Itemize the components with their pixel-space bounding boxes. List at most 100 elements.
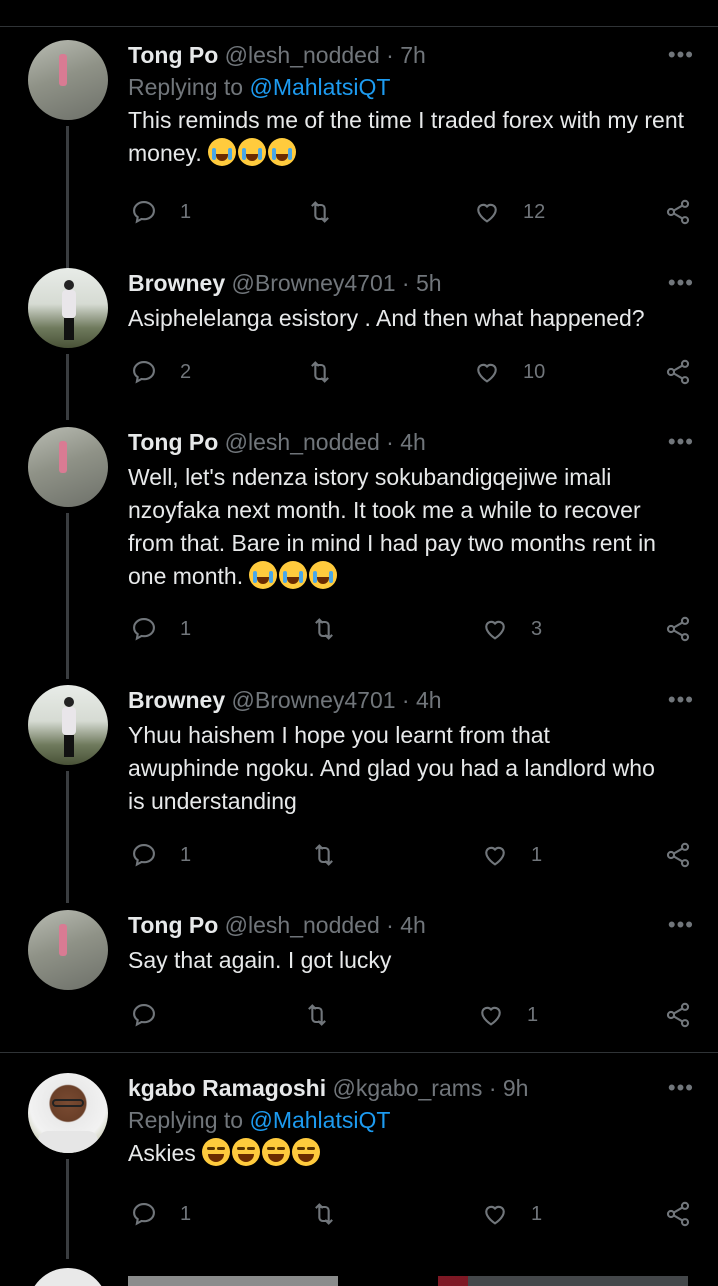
handle[interactable]: @lesh_nodded [225, 429, 380, 455]
share-icon [666, 359, 690, 385]
reply-icon [133, 361, 155, 384]
reply-icon [133, 618, 155, 641]
like-icon [477, 203, 497, 223]
retweet-icon [315, 1203, 333, 1225]
handle[interactable]: @lesh_nodded [225, 42, 380, 68]
retweet-button[interactable] [310, 615, 338, 643]
top-divider [0, 26, 718, 27]
share-button[interactable] [664, 615, 692, 643]
more-icon[interactable]: ••• [668, 912, 694, 938]
like-count: 3 [531, 617, 543, 640]
tweet-actions: 1 3 [0, 615, 718, 645]
tweet-header: Tong Po @lesh_nodded · 4h [128, 429, 426, 455]
display-name[interactable]: Browney [128, 270, 225, 296]
thread-line [66, 771, 69, 903]
display-name[interactable]: Tong Po [128, 912, 218, 938]
avatar[interactable] [28, 685, 108, 765]
more-icon[interactable]: ••• [668, 687, 694, 713]
retweet-button[interactable] [306, 358, 334, 386]
timestamp[interactable]: 7h [400, 42, 426, 68]
retweet-icon [315, 618, 333, 640]
reply-button[interactable]: 2 [130, 358, 191, 386]
tweet-header: Browney @Browney4701 · 4h [128, 687, 442, 713]
thread-divider [0, 1052, 718, 1053]
like-icon [485, 1205, 505, 1225]
like-icon [485, 620, 505, 640]
tweet-actions: 1 [0, 1001, 718, 1031]
display-name[interactable]: kgabo Ramagoshi [128, 1075, 326, 1101]
avatar[interactable] [28, 910, 108, 990]
like-button[interactable]: 1 [481, 1200, 542, 1228]
share-icon [666, 199, 690, 225]
reply-icon [133, 1004, 155, 1027]
crying-emoji-group [249, 561, 339, 589]
share-icon [666, 1002, 690, 1028]
mention-link[interactable]: @MahlatsiQT [249, 74, 390, 100]
handle[interactable]: @Browney4701 [232, 687, 396, 713]
retweet-button[interactable] [306, 198, 334, 226]
share-button[interactable] [664, 841, 692, 869]
retweet-button[interactable] [303, 1001, 331, 1029]
tweet-text: Asiphelelanga esistory . And then what h… [128, 305, 645, 331]
like-count: 12 [523, 200, 546, 223]
reply-button[interactable]: 1 [130, 841, 191, 869]
reply-button[interactable] [130, 1001, 158, 1029]
like-button[interactable]: 1 [481, 841, 542, 869]
more-icon[interactable]: ••• [668, 1075, 694, 1101]
like-icon [477, 363, 497, 383]
more-icon[interactable]: ••• [668, 42, 694, 68]
thread-line [66, 513, 69, 679]
reply-button[interactable]: 1 [130, 198, 191, 226]
timestamp[interactable]: 9h [503, 1075, 529, 1101]
timestamp[interactable]: 5h [416, 270, 442, 296]
tweet-header: Tong Po @lesh_nodded · 4h [128, 912, 426, 938]
retweet-button[interactable] [310, 841, 338, 869]
tweet-actions: 2 10 [0, 358, 718, 388]
next-tweet-header-partial [128, 1276, 688, 1286]
handle[interactable]: @lesh_nodded [225, 912, 380, 938]
avatar[interactable] [28, 1268, 108, 1286]
timestamp[interactable]: 4h [416, 687, 442, 713]
display-name[interactable]: Tong Po [128, 42, 218, 68]
more-icon[interactable]: ••• [668, 429, 694, 455]
handle[interactable]: @kgabo_rams [333, 1075, 483, 1101]
display-name[interactable]: Browney [128, 687, 225, 713]
avatar[interactable] [28, 427, 108, 507]
tweet-actions: 1 1 [0, 1200, 718, 1230]
like-button[interactable]: 12 [473, 198, 545, 226]
like-button[interactable]: 1 [477, 1001, 538, 1029]
reply-button[interactable]: 1 [130, 1200, 191, 1228]
reply-count: 1 [180, 200, 192, 223]
like-button[interactable]: 10 [473, 358, 545, 386]
tweet-text: Well, let's ndenza istory sokubandigqeji… [128, 464, 656, 589]
retweet-button[interactable] [310, 1200, 338, 1228]
tweet-text: Say that again. I got lucky [128, 947, 392, 973]
tweet-header: Browney @Browney4701 · 5h [128, 270, 442, 296]
tweet-text: Yhuu haishem I hope you learnt from that… [128, 722, 655, 814]
like-count: 10 [523, 360, 546, 383]
more-icon[interactable]: ••• [668, 270, 694, 296]
reply-count: 1 [180, 843, 192, 866]
share-button[interactable] [664, 198, 692, 226]
share-button[interactable] [664, 1001, 692, 1029]
display-name[interactable]: Tong Po [128, 429, 218, 455]
avatar[interactable] [28, 40, 108, 120]
reply-icon [133, 844, 155, 867]
timestamp[interactable]: 4h [400, 429, 426, 455]
avatar[interactable] [28, 268, 108, 348]
share-icon [666, 616, 690, 642]
tweet-header: kgabo Ramagoshi @kgabo_rams · 9h [128, 1075, 529, 1101]
like-button[interactable]: 3 [481, 615, 542, 643]
timestamp[interactable]: 4h [400, 912, 426, 938]
next-tweet-partial[interactable] [0, 1266, 718, 1286]
tweet-text: Askies [128, 1137, 694, 1170]
reply-button[interactable]: 1 [130, 615, 191, 643]
share-button[interactable] [664, 1200, 692, 1228]
avatar[interactable] [28, 1073, 108, 1153]
crying-emoji-group [208, 138, 298, 166]
laughing-emoji-group [202, 1138, 322, 1166]
handle[interactable]: @Browney4701 [232, 270, 396, 296]
tweet-header: Tong Po @lesh_nodded · 7h [128, 42, 426, 68]
mention-link[interactable]: @MahlatsiQT [249, 1107, 390, 1133]
share-button[interactable] [664, 358, 692, 386]
